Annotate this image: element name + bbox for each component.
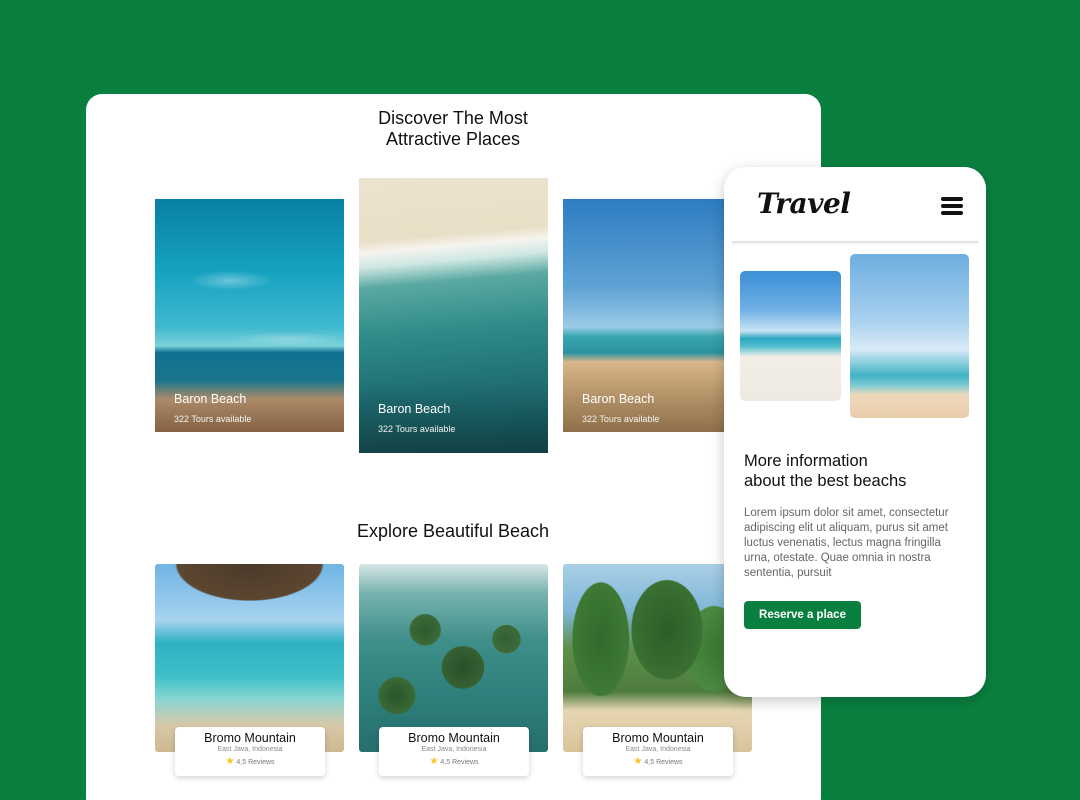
mountain-name: Bromo Mountain <box>612 731 704 745</box>
reviews-label: 4,5 Reviews <box>644 759 683 766</box>
star-icon: ★ <box>633 756 643 767</box>
place-card-aerial-waves[interactable]: Baron Beach 322 Tours available <box>359 178 548 453</box>
star-icon: ★ <box>429 756 439 767</box>
desktop-preview: Discover The Most Attractive Places Baro… <box>86 94 821 800</box>
mountain-location: East Java, Indonesia <box>421 746 487 753</box>
mountain-card[interactable]: Bromo Mountain East Java, Indonesia ★ 4,5… <box>583 727 733 776</box>
header-divider <box>732 241 978 245</box>
discover-heading-line2: Attractive Places <box>385 129 521 149</box>
reviews-label: 4,5 Reviews <box>440 759 479 766</box>
discover-heading-line1: Discover The Most <box>378 108 528 128</box>
place-card-beach-shoreline[interactable]: Baron Beach 322 Tours available <box>155 199 344 432</box>
hamburger-icon[interactable] <box>941 197 963 215</box>
mountain-name: Bromo Mountain <box>408 731 500 745</box>
place-tours: 322 Tours available <box>378 424 456 434</box>
mountain-card[interactable]: Bromo Mountain East Java, Indonesia ★ 4,5… <box>379 727 529 776</box>
mountain-location: East Java, Indonesia <box>217 746 283 753</box>
mobile-photo-palm <box>850 254 969 418</box>
travel-logo[interactable]: Travel <box>757 187 851 220</box>
reserve-button[interactable]: Reserve a place <box>744 601 861 629</box>
mobile-photo-swing <box>740 271 841 401</box>
mobile-title-line2: about the best beachs <box>744 472 907 490</box>
beach-photo-islands[interactable] <box>359 564 548 752</box>
place-name: Baron Beach <box>378 402 451 416</box>
place-tours: 322 Tours available <box>174 414 252 424</box>
mobile-title-line1: More information <box>744 452 868 470</box>
mountain-card[interactable]: Bromo Mountain East Java, Indonesia ★ 4,5… <box>175 727 325 776</box>
mountain-name: Bromo Mountain <box>204 731 296 745</box>
mountain-reviews: ★ 4,5 Reviews <box>175 756 325 767</box>
mountain-reviews: ★ 4,5 Reviews <box>379 756 529 767</box>
beach-photo-sea-cave[interactable] <box>155 564 344 752</box>
mountain-location: East Java, Indonesia <box>625 746 691 753</box>
place-name: Baron Beach <box>174 392 247 406</box>
place-tours: 322 Tours available <box>582 414 660 424</box>
mobile-header: Travel <box>724 167 986 243</box>
reviews-label: 4,5 Reviews <box>236 759 275 766</box>
explore-heading: Explore Beautiful Beach <box>356 521 550 541</box>
star-icon: ★ <box>225 756 235 767</box>
mobile-title: More information about the best beachs <box>744 451 964 491</box>
discover-heading: Discover The Most Attractive Places <box>353 108 553 150</box>
mountain-reviews: ★ 4,5 Reviews <box>583 756 733 767</box>
mobile-description: Lorem ipsum dolor sit amet, consectetur … <box>744 507 949 579</box>
page-canvas: Discover The Most Attractive Places Baro… <box>0 0 1080 800</box>
place-name: Baron Beach <box>582 392 655 406</box>
card-overlay <box>359 383 548 453</box>
mobile-preview: Travel More information about the best b… <box>724 167 986 697</box>
